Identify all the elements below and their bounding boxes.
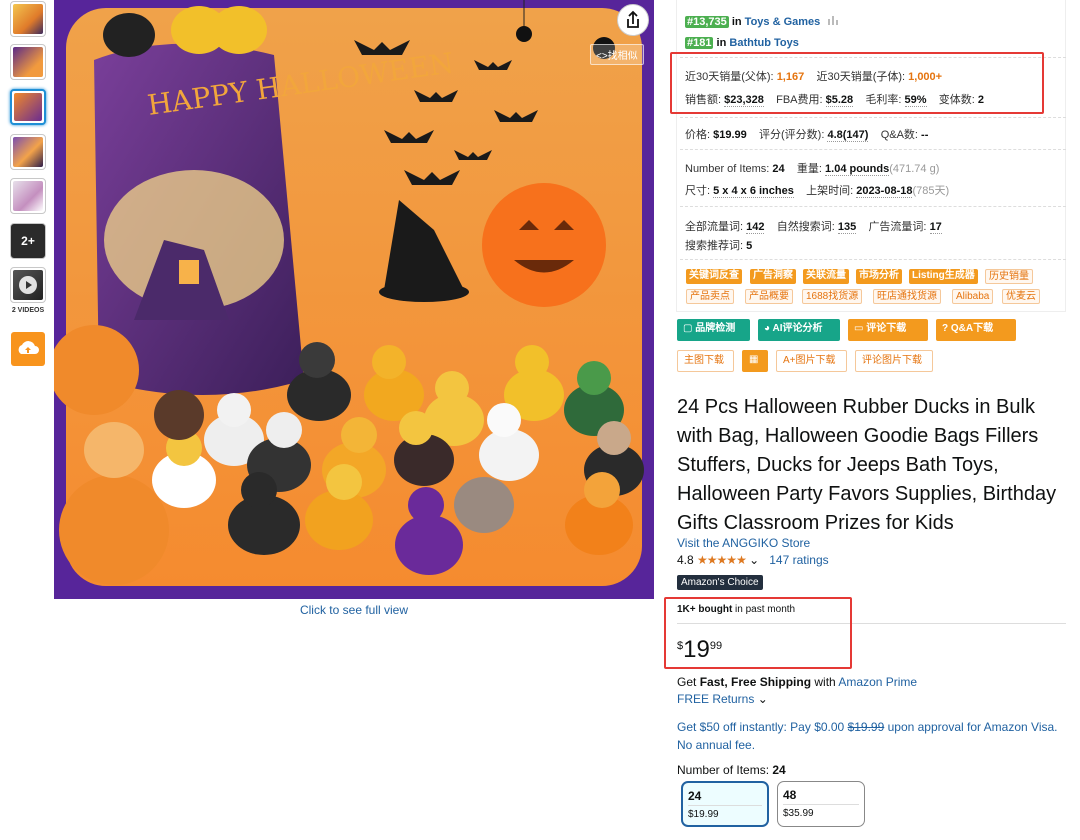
visa-offer-link[interactable]: Get $50 off instantly: Pay $0.00 $19.99 …	[677, 718, 1062, 754]
question-icon: ?	[942, 323, 949, 334]
thumbnail-3[interactable]	[10, 89, 46, 125]
main-image-download-button[interactable]: 主图下载	[677, 350, 734, 372]
rank-category-link[interactable]: Bathtub Toys	[729, 37, 798, 49]
option-48-items[interactable]: 48 $35.99	[777, 781, 865, 827]
thumbnail-4[interactable]	[10, 134, 46, 170]
thumbnail-2[interactable]	[10, 44, 46, 80]
tag-keyword-reverse[interactable]: 关键词反查	[686, 269, 742, 284]
pie-chart-icon: ◕	[764, 323, 771, 334]
video-thumbnail[interactable]	[10, 267, 46, 303]
highlight-box-sales	[670, 52, 1044, 114]
store-link[interactable]: Visit the ANGGIKO Store	[677, 536, 810, 550]
comment-icon: ▭	[854, 323, 864, 334]
tag-wdt-source[interactable]: 旺店通找货源	[873, 289, 941, 304]
aplus-image-download-button[interactable]: A+图片下载	[776, 350, 847, 372]
highlight-box-price	[664, 597, 852, 669]
square-icon: ▢	[683, 323, 693, 334]
recommend-row: 搜索推荐词: 5	[685, 240, 753, 252]
rank-bathtub-toys: #181 in Bathtub Toys	[685, 37, 799, 49]
rating-value: 4.8	[677, 553, 694, 567]
qa-download-button[interactable]: ? Q&A下载	[936, 319, 1016, 341]
tag-market-analysis[interactable]: 市场分析	[856, 269, 902, 284]
free-returns-link[interactable]: FREE Returns ⌄	[677, 692, 768, 706]
tag-product-summary[interactable]: 产品概要	[745, 289, 793, 304]
divider	[680, 206, 1066, 207]
review-download-button[interactable]: ▭ 评论下载	[848, 319, 928, 341]
chevron-down-icon[interactable]: ⌄	[749, 553, 759, 567]
main-product-image[interactable]: HAPPY HALLOWEEN	[54, 0, 654, 599]
star-rating-icon[interactable]: ★★★★★	[697, 553, 747, 567]
tag-alibaba[interactable]: Alibaba	[952, 289, 994, 304]
tag-ad-insight[interactable]: 广告洞察	[750, 269, 796, 284]
divider	[680, 117, 1066, 118]
upload-cloud-button[interactable]	[11, 332, 45, 366]
shipping-info: Get Fast, Free Shipping with Amazon Prim…	[677, 675, 918, 689]
calculator-icon: ▦	[749, 354, 759, 365]
calculator-button[interactable]: ▦	[742, 350, 768, 372]
videos-count-label: 2 VIDEOS	[11, 307, 45, 314]
chevron-down-icon: ⌄	[757, 692, 768, 706]
review-image-download-button[interactable]: 评论图片下载	[855, 350, 933, 372]
tag-selling-points[interactable]: 产品卖点	[686, 289, 734, 304]
divider	[680, 149, 1066, 150]
full-view-link[interactable]: Click to see full view	[54, 603, 654, 617]
thumbnail-1[interactable]	[10, 1, 46, 37]
brand-check-button[interactable]: ▢ 品牌检测	[677, 319, 750, 341]
rank-toys-games: #13,735 in Toys & Games	[685, 15, 841, 28]
divider	[680, 259, 1066, 260]
option-24-items[interactable]: 24 $19.99	[681, 781, 769, 827]
bar-chart-icon[interactable]	[827, 15, 841, 25]
rating-row: 4.8 ★★★★★ ⌄ 147 ratings	[677, 553, 829, 567]
product-photo: HAPPY HALLOWEEN	[54, 0, 654, 599]
amazons-choice-badge: Amazon's Choice	[677, 575, 763, 590]
prime-link[interactable]: Amazon Prime	[838, 675, 917, 689]
cloud-upload-icon	[18, 341, 39, 354]
ai-review-analysis-button[interactable]: ◕ AI评论分析	[758, 319, 840, 341]
play-icon	[19, 276, 37, 294]
keyword-row: 全部流量词: 142 自然搜索词: 135 广告流量词: 17	[685, 221, 942, 234]
price-rating-row: 价格: $19.99 评分(评分数): 4.8(147) Q&A数: --	[685, 129, 929, 142]
thumbnail-5[interactable]	[10, 178, 46, 214]
tag-youmaiyun[interactable]: 优麦云	[1002, 289, 1040, 304]
find-similar-tag[interactable]: <>找相似	[590, 44, 644, 65]
share-button[interactable]	[617, 4, 649, 36]
size-date-row: 尺寸: 5 x 4 x 6 inches 上架时间: 2023-08-18(78…	[685, 185, 950, 198]
share-icon	[627, 10, 639, 28]
items-weight-row: Number of Items: 24 重量: 1.04 pounds(471.…	[685, 163, 940, 176]
tag-listing-generator[interactable]: Listing生成器	[909, 269, 978, 284]
tag-related-traffic[interactable]: 关联流量	[803, 269, 849, 284]
tag-history-sales[interactable]: 历史销量	[985, 269, 1033, 284]
rank-category-link[interactable]: Toys & Games	[745, 16, 821, 28]
product-title: 24 Pcs Halloween Rubber Ducks in Bulk wi…	[677, 396, 1057, 534]
number-of-items-label: Number of Items: 24	[677, 763, 786, 777]
tag-1688-source[interactable]: 1688找货源	[802, 289, 863, 304]
thumbnail-more[interactable]: 2+	[10, 223, 46, 259]
ratings-count-link[interactable]: 147 ratings	[769, 553, 828, 567]
more-images-label: 2+	[21, 234, 35, 248]
